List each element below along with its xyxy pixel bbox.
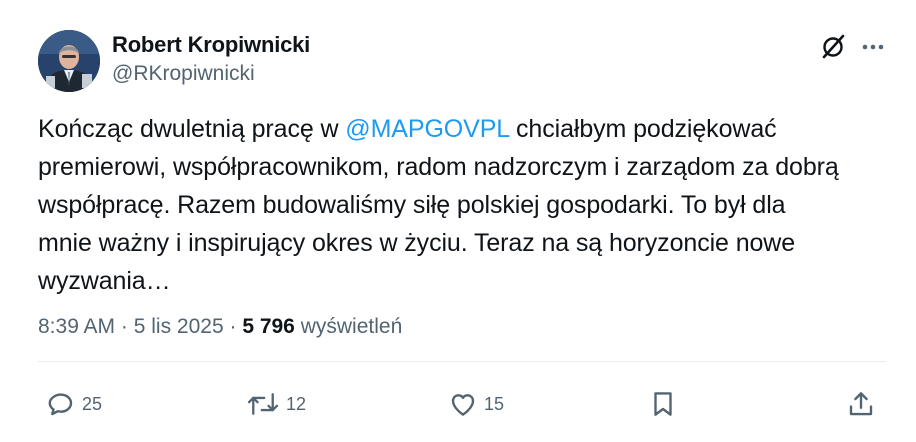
tweet-text-before: Kończąc dwuletnią pracę w: [38, 115, 346, 143]
meta-separator: ·: [223, 315, 243, 338]
share-icon: [849, 392, 873, 416]
bookmark-button[interactable]: [648, 387, 678, 421]
share-button[interactable]: [846, 387, 876, 421]
like-count: 15: [484, 393, 505, 414]
tweet-text: Kończąc dwuletnią pracę w @MAPGOVPL chci…: [38, 110, 888, 300]
mention-link[interactable]: @MAPGOVPL: [345, 115, 509, 143]
repost-button[interactable]: 12: [246, 387, 306, 421]
repost-icon: [247, 393, 279, 415]
tweet-meta: 8:39 AM · 5 lis 2025 · 5 796 wyświetleń: [38, 315, 402, 339]
divider: [38, 361, 886, 362]
meta-separator: ·: [115, 315, 134, 338]
tweet-time[interactable]: 8:39 AM: [38, 315, 115, 338]
like-button[interactable]: 15: [448, 387, 504, 421]
more-icon[interactable]: [858, 34, 888, 60]
repost-count: 12: [286, 393, 307, 414]
tweet-card: Robert Kropiwnicki @RKropiwnicki Kończąc…: [0, 0, 916, 442]
heart-icon: [451, 394, 475, 416]
tweet-date[interactable]: 5 lis 2025: [134, 315, 224, 338]
avatar-photo: [38, 30, 100, 92]
bookmark-icon: [654, 392, 672, 416]
reply-icon: [48, 393, 73, 416]
author-handle[interactable]: @RKropiwnicki: [112, 62, 255, 86]
avatar[interactable]: [38, 30, 100, 92]
reply-button[interactable]: 25: [46, 387, 102, 421]
reply-count: 25: [82, 393, 103, 414]
author-name[interactable]: Robert Kropiwnicki: [112, 32, 310, 58]
views-label: wyświetleń: [300, 315, 403, 338]
views-count: 5 796: [242, 315, 295, 338]
grok-icon[interactable]: [818, 32, 848, 62]
